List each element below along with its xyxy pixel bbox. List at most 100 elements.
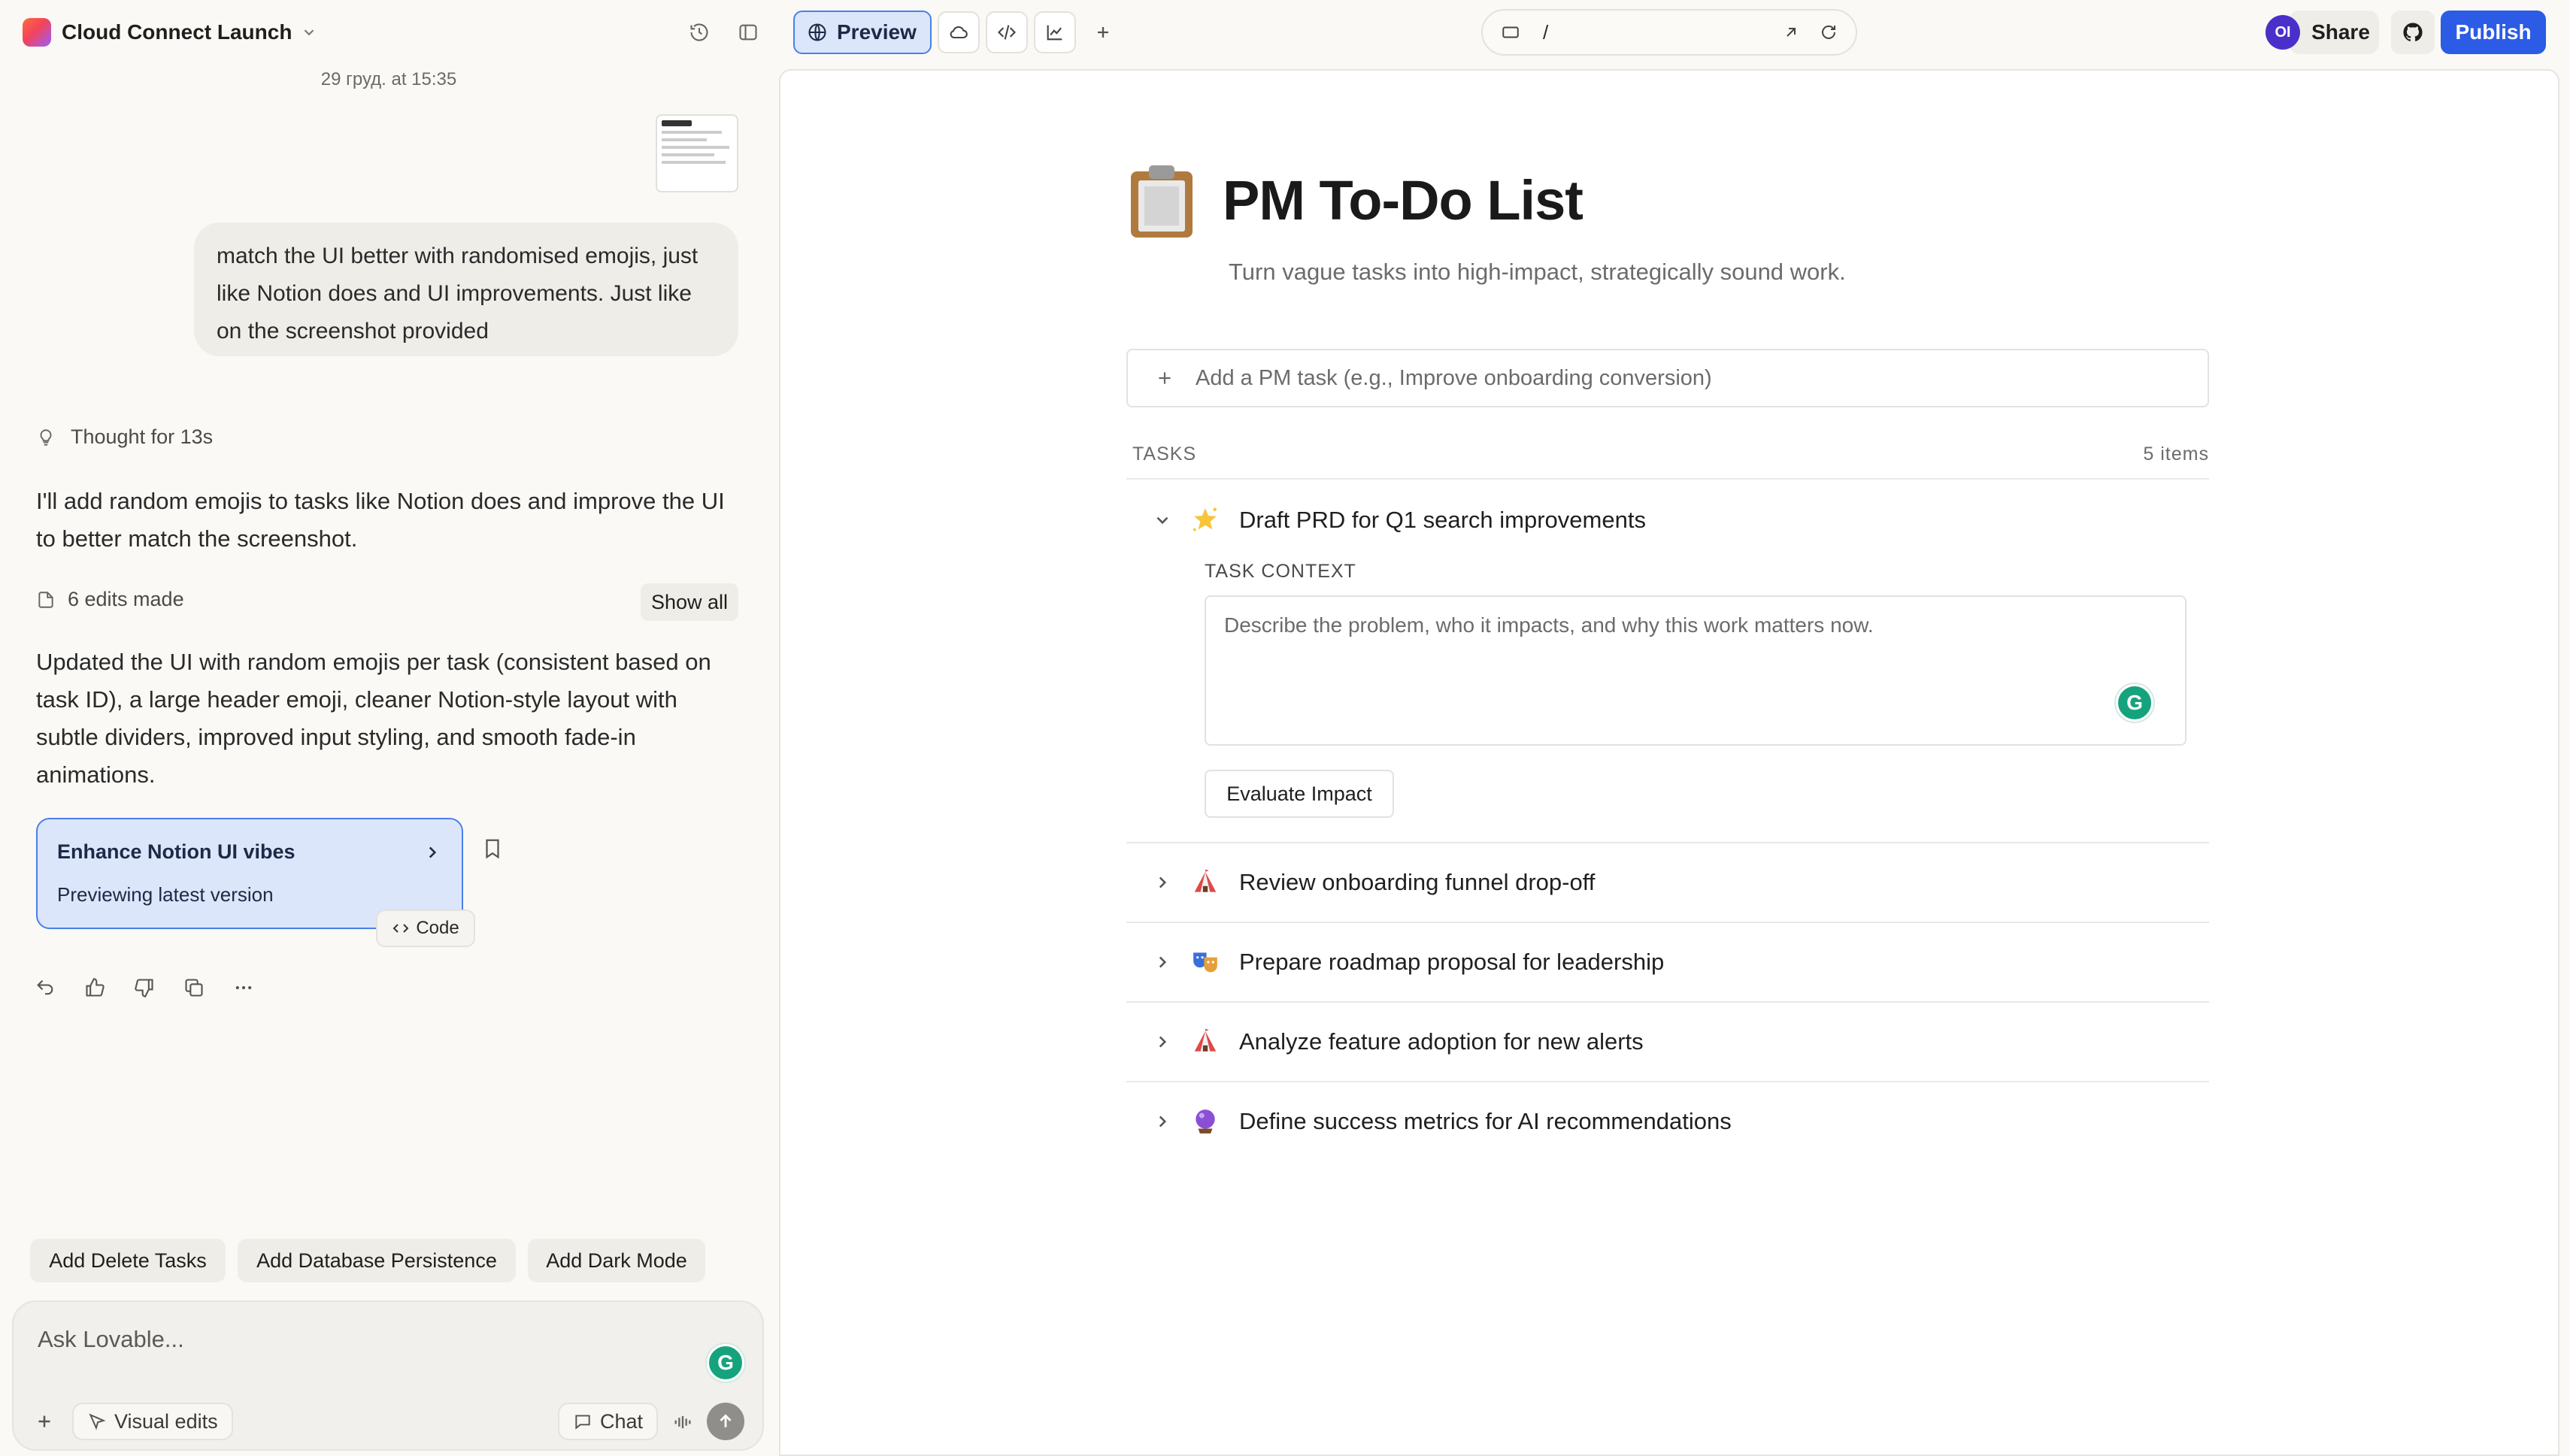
chevron-right-icon — [429, 846, 437, 858]
arrow-up-icon — [720, 1414, 732, 1427]
task-row[interactable]: Review onboarding funnel drop-off — [1143, 860, 1595, 905]
code-label: Code — [416, 918, 459, 938]
code-button[interactable]: Code — [376, 910, 475, 947]
task-label[interactable]: Analyze feature adoption for new alerts — [1239, 1028, 1644, 1055]
assistant-reply-summary: Updated the UI with random emojis per ta… — [36, 649, 711, 788]
edits-summary: 6 edits made — [36, 588, 184, 611]
suggestion-add-delete-tasks[interactable]: Add Delete Tasks — [30, 1239, 226, 1282]
history-icon[interactable] — [679, 12, 720, 53]
context-placeholder: Describe the problem, who it impacts, an… — [1224, 613, 1874, 637]
attach-plus-icon[interactable] — [33, 1410, 56, 1433]
analytics-button[interactable] — [1034, 11, 1076, 53]
task-row[interactable]: Draft PRD for Q1 search improvements — [1143, 498, 1646, 543]
lovable-logo[interactable] — [23, 18, 51, 47]
url-bar[interactable]: / — [1481, 9, 1857, 56]
add-task-placeholder: Add a PM task (e.g., Improve onboarding … — [1196, 365, 1712, 390]
task-row[interactable]: Define success metrics for AI recommenda… — [1143, 1099, 1732, 1144]
globe-icon — [808, 23, 826, 41]
show-all-button[interactable]: Show all — [641, 583, 738, 621]
preview-label: Preview — [837, 20, 917, 44]
project-title-menu[interactable]: Cloud Connect Launch — [62, 18, 317, 47]
visual-edits-button[interactable]: Visual edits — [72, 1403, 233, 1440]
device-icon[interactable] — [1501, 23, 1520, 42]
github-icon — [2403, 23, 2423, 41]
evaluate-impact-button[interactable]: Evaluate Impact — [1205, 770, 1394, 818]
task-row[interactable]: Analyze feature adoption for new alerts — [1143, 1019, 1644, 1064]
bookmark-icon[interactable] — [481, 837, 504, 860]
more-icon[interactable] — [233, 977, 254, 998]
suggestion-add-dark-mode[interactable]: Add Dark Mode — [528, 1239, 705, 1282]
divider — [1126, 1001, 2209, 1003]
thumbs-down-icon[interactable] — [134, 977, 155, 998]
edits-label: 6 edits made — [68, 588, 184, 610]
open-external-icon[interactable] — [1782, 23, 1800, 41]
sidebar-toggle-icon[interactable] — [728, 12, 768, 53]
task-row[interactable]: Prepare roadmap proposal for leadership — [1143, 940, 1664, 985]
star-sparkle-icon — [1193, 507, 1217, 531]
chat-input[interactable]: Ask Lovable... — [38, 1326, 184, 1353]
code-icon — [392, 924, 409, 933]
thought-label: Thought for 13s — [71, 425, 214, 448]
code-icon — [998, 25, 1016, 40]
theater-masks-icon — [1193, 952, 1217, 973]
divider — [1126, 922, 2209, 923]
chevron-right-icon[interactable] — [1143, 873, 1182, 892]
task-label[interactable]: Prepare roadmap proposal for leadership — [1239, 949, 1664, 976]
task-label[interactable]: Define success metrics for AI recommenda… — [1239, 1108, 1732, 1135]
grammarly-icon[interactable]: G — [2116, 684, 2153, 722]
tasks-label: TASKS — [1132, 443, 1197, 465]
tasks-header: TASKS 5 items — [1132, 443, 2209, 465]
chevron-down-icon[interactable] — [1143, 510, 1182, 530]
crystal-ball-icon — [1196, 1109, 1215, 1134]
avatar[interactable]: OI — [2265, 15, 2300, 50]
chevron-right-icon[interactable] — [1143, 1032, 1182, 1052]
url-path[interactable]: / — [1543, 21, 1782, 44]
send-button[interactable] — [707, 1403, 744, 1440]
task-label[interactable]: Review onboarding funnel drop-off — [1239, 869, 1595, 896]
chart-line-icon — [1047, 25, 1062, 41]
refresh-icon[interactable] — [1820, 23, 1838, 41]
file-edit-icon — [38, 591, 53, 608]
cloud-icon — [950, 26, 968, 39]
visual-edits-icon — [89, 1413, 106, 1430]
page-title: PM To-Do List — [1223, 169, 1584, 232]
code-view-button[interactable] — [986, 11, 1028, 53]
page-subtitle: Turn vague tasks into high-impact, strat… — [1229, 259, 1846, 285]
divider — [1126, 478, 2209, 480]
copy-icon[interactable] — [183, 977, 205, 998]
chevron-right-icon[interactable] — [1143, 952, 1182, 972]
version-subtitle: Previewing latest version — [57, 883, 274, 906]
assistant-reply-intro: I'll add random emojis to tasks like Not… — [36, 488, 725, 552]
add-task-input[interactable]: Add a PM task (e.g., Improve onboarding … — [1126, 349, 2209, 407]
share-label: Share — [2311, 20, 2370, 44]
preview-button[interactable]: Preview — [793, 11, 932, 54]
github-button[interactable] — [2391, 11, 2435, 54]
cloud-button[interactable] — [938, 11, 980, 53]
share-button[interactable]: Share — [2289, 11, 2379, 54]
voice-icon[interactable] — [672, 1412, 693, 1433]
suggestion-add-database-persistence[interactable]: Add Database Persistence — [238, 1239, 516, 1282]
add-tab-button[interactable] — [1083, 12, 1123, 53]
attached-screenshot-thumbnail[interactable] — [656, 114, 738, 192]
circus-tent-icon — [1194, 1028, 1217, 1052]
thumbs-up-icon[interactable] — [84, 977, 105, 998]
chat-mode-button[interactable]: Chat — [558, 1403, 659, 1440]
publish-button[interactable]: Publish — [2441, 11, 2546, 54]
message-timestamp: 29 груд. at 15:35 — [320, 69, 457, 89]
divider — [1126, 842, 2209, 843]
divider — [1126, 1081, 2209, 1082]
chevron-down-icon — [305, 29, 314, 36]
user-message: match the UI better with randomised emoj… — [194, 222, 738, 356]
undo-icon[interactable] — [35, 977, 56, 998]
chat-mode-label: Chat — [600, 1409, 644, 1433]
thought-indicator[interactable]: Thought for 13s — [36, 425, 213, 449]
version-title: Enhance Notion UI vibes — [57, 840, 295, 863]
chevron-right-icon[interactable] — [1143, 1112, 1182, 1131]
items-count: 5 items — [2143, 443, 2209, 465]
message-actions — [35, 977, 254, 998]
task-context-label: TASK CONTEXT — [1205, 561, 1356, 582]
task-label[interactable]: Draft PRD for Q1 search improvements — [1239, 507, 1646, 534]
top-bar: Cloud Connect Launch Preview / Share OI … — [0, 0, 2570, 66]
task-context-textarea[interactable]: Describe the problem, who it impacts, an… — [1205, 595, 2187, 746]
grammarly-icon[interactable]: G — [707, 1344, 744, 1382]
